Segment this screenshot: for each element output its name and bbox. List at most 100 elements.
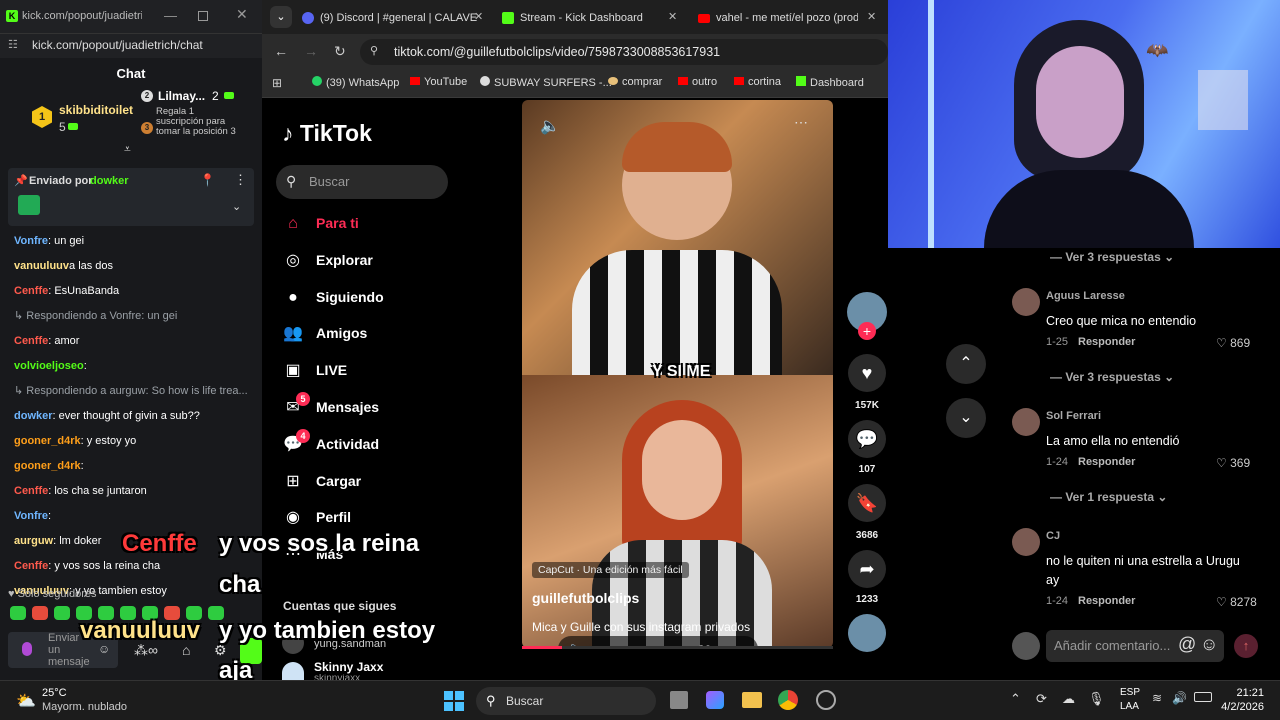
nav-item-siguiendo[interactable]: Siguiendo: [316, 289, 384, 305]
clock-date[interactable]: 4/2/2026: [1212, 701, 1264, 713]
emoji-icon[interactable]: ☺: [1200, 634, 1218, 655]
pinned-user[interactable]: dowker: [90, 175, 129, 187]
bookmark-subway[interactable]: SUBWAY SURFERS -...: [480, 76, 612, 89]
chat-username[interactable]: aurguw: [14, 535, 53, 547]
mic-icon[interactable]: [22, 642, 32, 656]
taskbar-search[interactable]: ⚲ Buscar: [476, 687, 656, 715]
avatar[interactable]: [1012, 528, 1040, 556]
chat-message[interactable]: dowker: ever thought of givin a sub??: [14, 407, 254, 425]
chat-username[interactable]: volvioeljoseo: [14, 360, 84, 372]
chat-message[interactable]: Vonfre: un gei: [14, 232, 254, 250]
maximize-icon[interactable]: [198, 11, 208, 21]
capcut-badge[interactable]: CapCut · Una edición más fácil: [532, 562, 689, 578]
tiktok-logo[interactable]: ♪ TikTok: [282, 120, 372, 147]
clock-time[interactable]: 21:21: [1232, 687, 1264, 699]
task-view-icon[interactable]: [670, 691, 688, 709]
bookmark-comprar[interactable]: comprar: [608, 76, 662, 88]
post-comment-button[interactable]: ↑: [1234, 634, 1258, 658]
wifi-icon[interactable]: ≋: [1152, 691, 1162, 705]
tray-mic-icon[interactable]: 🎙: [1088, 691, 1105, 707]
nav-item-live[interactable]: LIVE: [316, 362, 347, 378]
url-bar[interactable]: ⚲ tiktok.com/@guillefutbolclips/video/75…: [360, 39, 888, 65]
previous-video-button[interactable]: ⌃: [946, 344, 986, 384]
nav-item-mensajes[interactable]: Mensajes: [316, 399, 379, 415]
bookmark-whatsapp[interactable]: (39) WhatsApp: [312, 76, 399, 89]
chat-message[interactable]: vanuuluuva las dos: [14, 257, 254, 275]
chat-username[interactable]: dowker: [14, 410, 53, 422]
video-author[interactable]: guillefutbolclips: [532, 590, 639, 606]
site-info-icon[interactable]: ⚲: [370, 44, 378, 57]
music-disc-icon[interactable]: [848, 614, 886, 652]
bookmark-cortina[interactable]: cortina: [734, 76, 781, 88]
reply-button[interactable]: Responder: [1078, 336, 1135, 348]
nav-item-cargar[interactable]: Cargar: [316, 473, 361, 489]
minimize-icon[interactable]: —: [164, 8, 177, 23]
tab-kick-dashboard[interactable]: Stream - Kick Dashboard: [502, 4, 682, 32]
unpin-icon[interactable]: 📍: [200, 173, 215, 187]
reply-button[interactable]: Responder: [1078, 456, 1135, 468]
leader2-name[interactable]: Lilmay...: [158, 89, 205, 103]
chat-message[interactable]: Cenffe: los cha se juntaron: [14, 482, 254, 500]
avatar[interactable]: [1012, 288, 1040, 316]
chat-username[interactable]: Cenffe: [14, 560, 48, 572]
leader1-name[interactable]: skibbiditoilet: [59, 103, 133, 117]
chat-message[interactable]: Cenffe: EsUnaBanda: [14, 282, 254, 300]
collapse-leaderboard-icon[interactable]: ⩡: [124, 142, 131, 157]
comment-author[interactable]: CJ: [1046, 530, 1060, 542]
tab-close-icon[interactable]: ✕: [867, 10, 876, 23]
add-comment-input[interactable]: Añadir comentario... @ ☺: [1046, 630, 1224, 662]
like-button[interactable]: ♥: [848, 354, 886, 392]
apps-grid-icon[interactable]: ⊞: [272, 76, 282, 90]
chat-username[interactable]: vanuuluuv: [14, 260, 69, 272]
weather-icon[interactable]: ⛅: [16, 691, 36, 711]
avatar[interactable]: [1012, 408, 1040, 436]
chrome-icon[interactable]: [778, 690, 798, 710]
video-progress-bar[interactable]: [522, 646, 833, 649]
language-code[interactable]: ESP: [1120, 687, 1140, 698]
nav-item-explorar[interactable]: Explorar: [316, 252, 373, 268]
chat-message[interactable]: Cenffe: y vos sos la reina cha: [14, 557, 254, 575]
chat-username[interactable]: gooner_d4rk: [14, 435, 81, 447]
bookmark-outro[interactable]: outro: [678, 76, 717, 88]
weather-desc[interactable]: Mayorm. nublado: [42, 701, 127, 713]
comment-button[interactable]: 💬: [848, 420, 886, 458]
more-options-icon[interactable]: ⋯: [794, 114, 808, 131]
windows-start-icon[interactable]: [444, 691, 464, 711]
chat-message[interactable]: Cenffe: amor: [14, 332, 254, 350]
keyboard-layout[interactable]: LAA: [1120, 701, 1139, 712]
chat-message[interactable]: gooner_d4rk:: [14, 457, 254, 475]
tab-close-icon[interactable]: ✕: [668, 10, 677, 23]
reply-button[interactable]: Responder: [1078, 595, 1135, 607]
chat-username[interactable]: Cenffe: [14, 485, 48, 497]
comment-author[interactable]: Aguus Laresse: [1046, 290, 1125, 302]
chat-username[interactable]: gooner_d4rk: [14, 460, 81, 472]
chat-username[interactable]: Cenffe: [14, 285, 48, 297]
tab-discord[interactable]: (9) Discord | #general | CALAVE: [302, 4, 492, 32]
tray-chevron-icon[interactable]: ⌃: [1010, 691, 1021, 707]
comment-like-button[interactable]: ♡ 869: [1216, 336, 1250, 350]
emote[interactable]: [54, 606, 70, 620]
expand-chevron-icon[interactable]: ⌄: [232, 200, 241, 213]
tray-cloud-icon[interactable]: ☁: [1062, 691, 1075, 707]
speaker-icon[interactable]: 🔊: [1172, 691, 1187, 705]
nav-item-amigos[interactable]: Amigos: [316, 325, 367, 341]
view-replies-button[interactable]: — Ver 3 respuestas ⌄: [1050, 250, 1174, 264]
nav-item-actividad[interactable]: Actividad: [316, 436, 379, 452]
avatar[interactable]: [282, 662, 304, 680]
tiktok-search-input[interactable]: ⚲ Buscar: [276, 165, 448, 199]
follow-plus-icon[interactable]: +: [858, 322, 876, 340]
comment-like-button[interactable]: ♡ 8278: [1216, 595, 1257, 609]
chat-message[interactable]: Vonfre:: [14, 507, 254, 525]
view-replies-button[interactable]: — Ver 3 respuestas ⌄: [1050, 370, 1174, 384]
weather-temp[interactable]: 25°C: [42, 687, 67, 699]
battery-icon[interactable]: [1194, 692, 1212, 702]
comment-author[interactable]: Sol Ferrari: [1046, 410, 1101, 422]
next-video-button[interactable]: ⌄: [946, 398, 986, 438]
emote[interactable]: [10, 606, 26, 620]
tiktok-video-player[interactable]: 🔈 ⋯ Y SI ME CapCut · Una edición más fác…: [522, 100, 833, 648]
comment-like-button[interactable]: ♡ 369: [1216, 456, 1250, 470]
chat-reply-context[interactable]: ↳ Respondiendo a Vonfre: un gei: [14, 307, 254, 325]
emote[interactable]: [32, 606, 48, 620]
reload-icon[interactable]: ↻: [334, 43, 346, 60]
save-button[interactable]: 🔖: [848, 484, 886, 522]
